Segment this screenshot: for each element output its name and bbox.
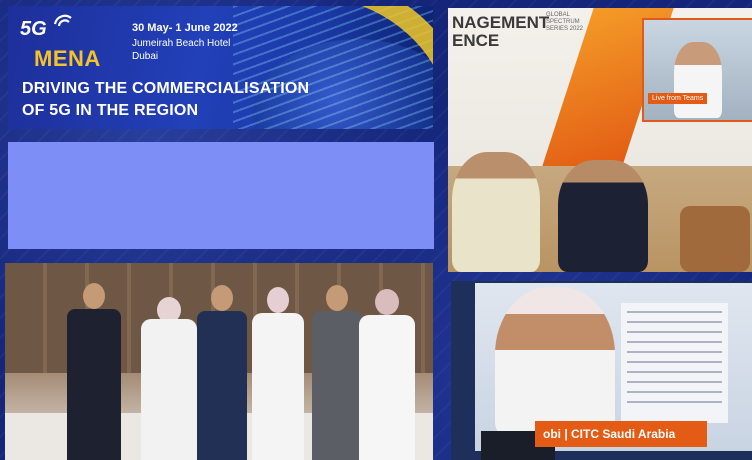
screen-title-line-2: ENCE — [452, 31, 500, 50]
banner-headline: DRIVING THE COMMERCIALISATION OF 5G IN T… — [22, 78, 352, 122]
screen-title-line-1: NAGEMENT — [452, 13, 550, 32]
live-badge: Live from Teams — [648, 93, 708, 104]
event-date: 30 May- 1 June 2022 — [132, 22, 238, 34]
person-1 — [63, 283, 125, 460]
stage-screen: NAGEMENT ENCE GLOBAL SPECTRUM SERIES 202… — [448, 8, 752, 166]
person-3 — [195, 285, 249, 460]
remote-speaker — [674, 42, 722, 118]
remote-speaker-video — [642, 18, 752, 122]
event-venue: Jumeirah Beach Hotel Dubai — [132, 37, 242, 63]
stage-photo: NAGEMENT ENCE GLOBAL SPECTRUM SERIES 202… — [448, 8, 752, 272]
blank-placeholder-block — [8, 142, 434, 249]
panelist-left — [452, 152, 540, 272]
venue-line-2: Dubai — [132, 51, 159, 62]
wifi-signal-icon — [53, 14, 72, 27]
headline-line-2: OF 5G IN THE REGION — [22, 102, 199, 119]
person-6 — [355, 289, 419, 460]
group-photo — [5, 263, 433, 460]
headline-line-1: DRIVING THE COMMERCIALISATION — [22, 80, 310, 97]
person-2 — [137, 295, 201, 460]
stage-chair — [680, 206, 750, 272]
screen-small-text: GLOBAL SPECTRUM SERIES 2022 — [546, 12, 584, 32]
speaker-photo: obi | CITC Saudi Arabia — [451, 281, 752, 460]
logo-mena-text: MENA — [34, 46, 101, 71]
presentation-slide-text — [627, 311, 722, 411]
stage-floor — [448, 152, 752, 272]
speaker-name-text: obi | CITC Saudi Arabia — [543, 427, 676, 441]
speaker-on-screen — [495, 287, 615, 437]
logo-5g-text: 5G — [20, 18, 47, 40]
screen-title: NAGEMENT ENCE — [452, 14, 549, 50]
person-4 — [249, 287, 307, 460]
venue-line-1: Jumeirah Beach Hotel — [132, 38, 231, 49]
panelist-right — [558, 160, 648, 272]
event-banner: 5G MENA 30 May- 1 June 2022 Jumeirah Bea… — [8, 6, 433, 129]
